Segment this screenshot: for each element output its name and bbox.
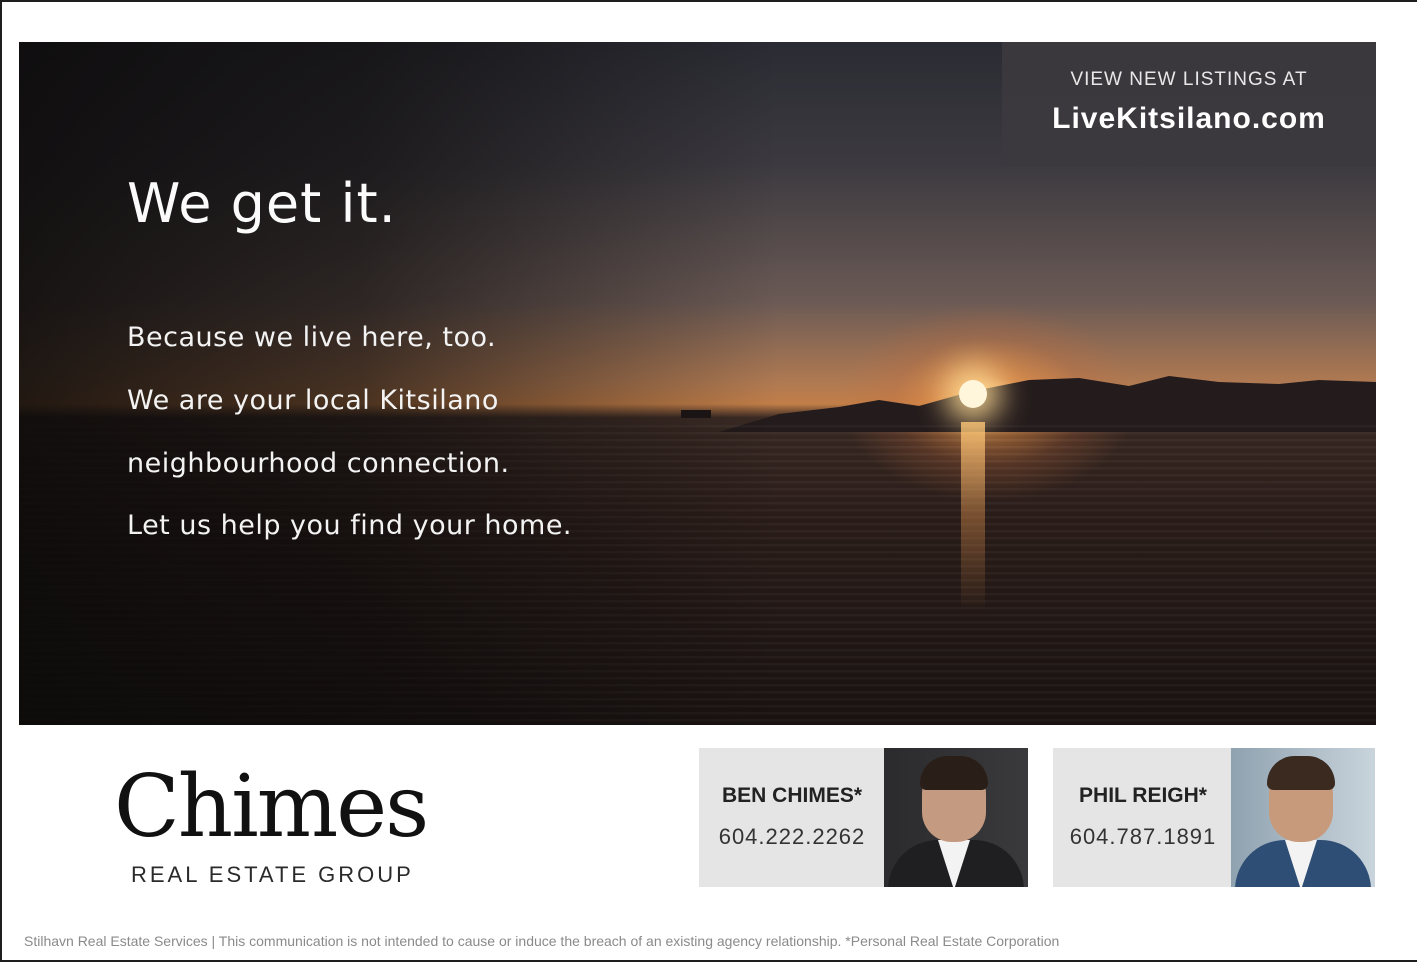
agent-phone[interactable]: 604.222.2262: [699, 824, 885, 850]
listings-cta[interactable]: VIEW NEW LISTINGS AT LiveKitsilano.com: [1002, 42, 1376, 166]
hair: [920, 756, 988, 790]
ben-chimes-portrait-icon: [884, 748, 1028, 887]
body-line-4: Let us help you find your home.: [127, 510, 573, 541]
chimes-logo: Chimes: [114, 757, 429, 857]
agent-card-ben-chimes: BEN CHIMES* 604.222.2262: [699, 748, 1028, 887]
body-line-2: We are your local Kitsilano: [127, 385, 499, 416]
agent-name: PHIL REIGH*: [1079, 784, 1207, 807]
agent-phone[interactable]: 604.787.1891: [1053, 824, 1233, 850]
sun: [959, 380, 987, 408]
agent-card-phil-reigh: PHIL REIGH* 604.787.1891: [1053, 748, 1375, 887]
logo-tagline: REAL ESTATE GROUP: [131, 862, 414, 887]
text-shade: [19, 42, 779, 725]
sun-reflection: [961, 422, 985, 612]
phil-reigh-portrait-icon: [1231, 748, 1375, 887]
agent-name: BEN CHIMES*: [721, 784, 863, 807]
advertisement: We get it. Because we live here, too. We…: [0, 0, 1417, 962]
cta-kicker: VIEW NEW LISTINGS AT: [1070, 69, 1308, 90]
hair: [1267, 756, 1335, 790]
legal-disclaimer: Stilhavn Real Estate Services | This com…: [24, 933, 1060, 949]
headline: We get it.: [127, 172, 397, 235]
body-line-1: Because we live here, too.: [127, 322, 497, 353]
body-line-3: neighbourhood connection.: [127, 448, 510, 479]
website-link[interactable]: LiveKitsilano.com: [1002, 102, 1376, 136]
